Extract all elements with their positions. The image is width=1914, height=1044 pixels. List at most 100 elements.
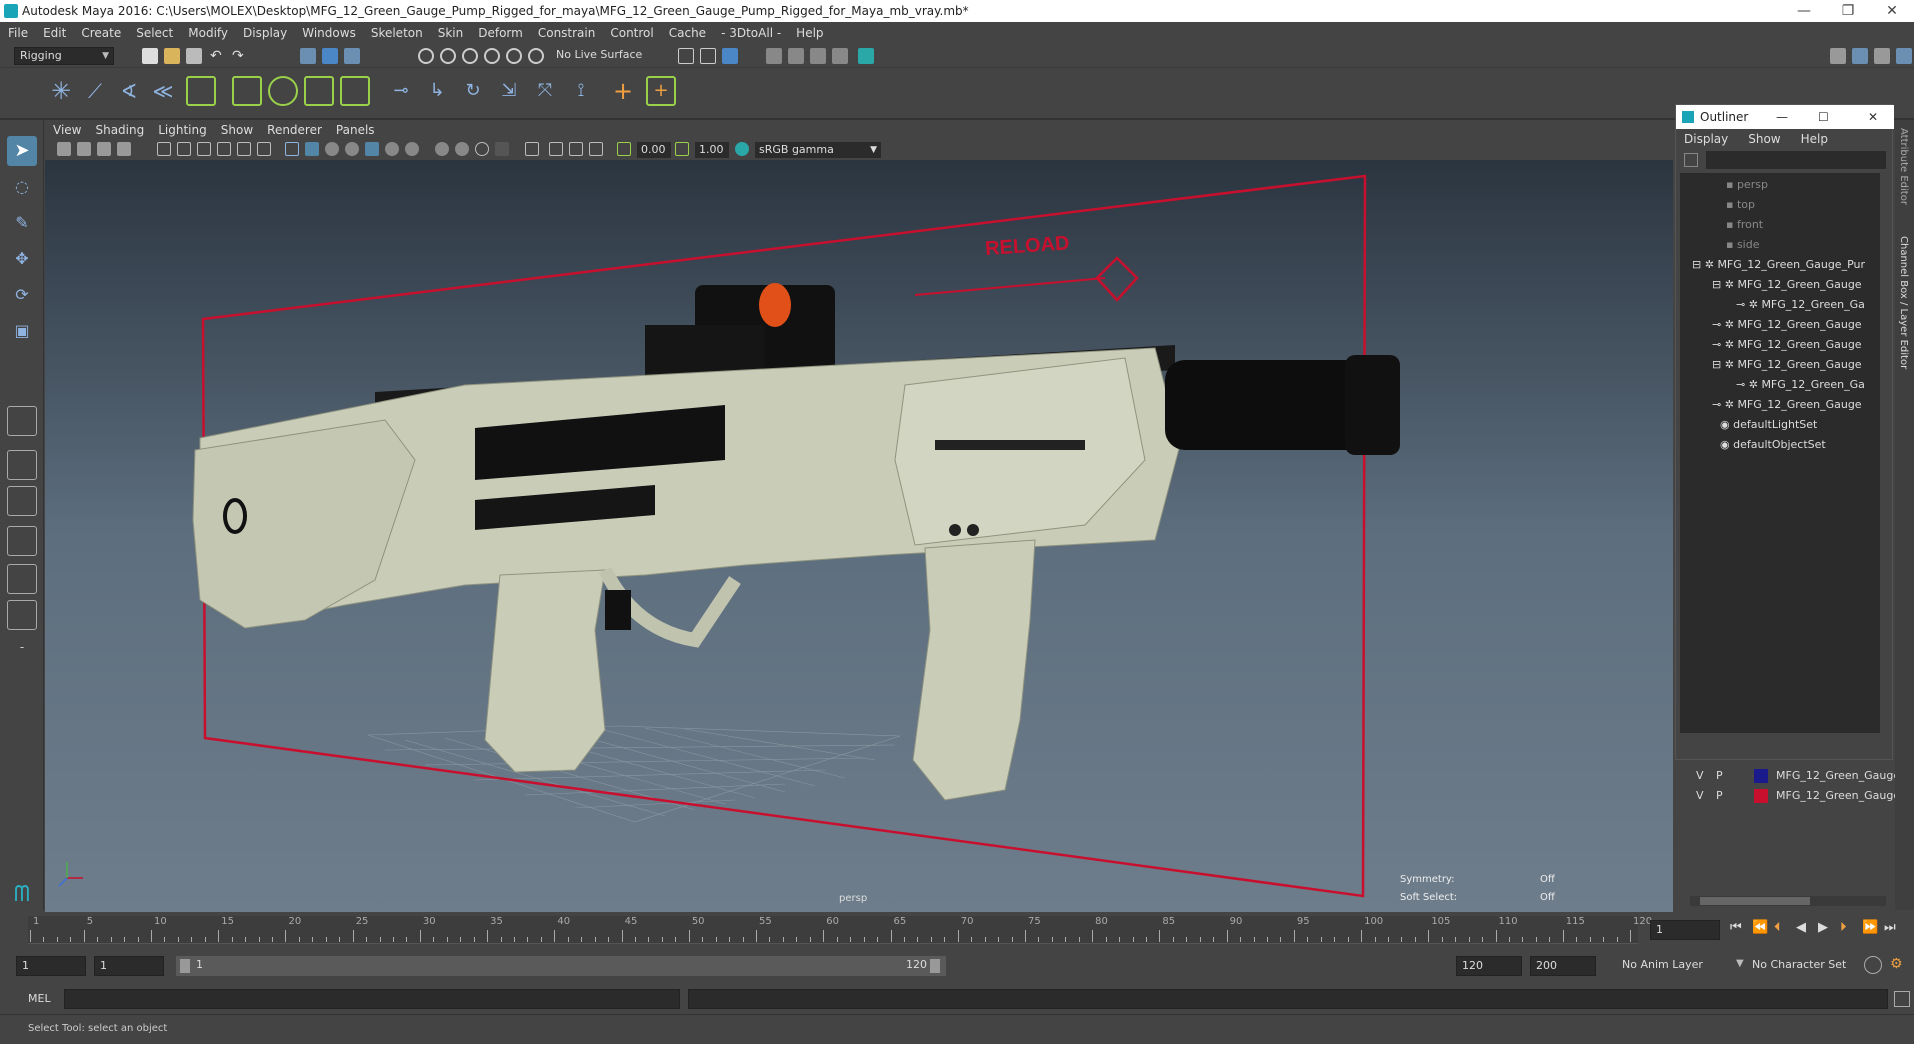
menu-modify[interactable]: Modify (188, 26, 228, 40)
persp-outliner-layout-icon[interactable] (7, 564, 37, 594)
outliner-item[interactable]: ⊟ ✲ MFG_12_Green_Gauge_Pur (1692, 255, 1865, 275)
more-layouts-icon[interactable]: - (7, 632, 37, 662)
select-tool-icon[interactable]: ➤ (7, 136, 37, 166)
attribute-editor-tab[interactable]: Attribute Editor (1898, 128, 1909, 205)
current-frame-field[interactable]: 1 (1650, 920, 1720, 940)
wireframe-icon[interactable] (285, 142, 299, 156)
new-scene-icon[interactable] (142, 48, 158, 64)
go-to-start-icon[interactable]: ⏮ (1730, 920, 1742, 935)
layer-color-swatch[interactable] (1754, 769, 1768, 783)
screen-space-ao-icon[interactable] (405, 142, 419, 156)
outliner-item[interactable]: ▪ top (1726, 195, 1755, 215)
playback-end-field[interactable]: 120 (1456, 956, 1522, 976)
wireframe-on-shaded-icon[interactable] (325, 142, 339, 156)
menu-3dtoall[interactable]: - 3DtoAll - (721, 26, 781, 40)
menu-cache[interactable]: Cache (669, 26, 706, 40)
locator-icon[interactable]: + (608, 76, 638, 106)
layer-row[interactable]: V P MFG_12_Green_Gauge (1686, 786, 1900, 806)
lasso-tool-icon[interactable]: ◌ (7, 172, 37, 202)
scale-constraint-icon[interactable]: ⇲ (494, 76, 524, 106)
panel-menu-panels[interactable]: Panels (336, 123, 375, 137)
layer-playback-toggle[interactable]: P (1716, 786, 1723, 806)
outliner-item[interactable]: ⊸ ✲ MFG_12_Green_Gauge (1712, 335, 1862, 355)
xray-joints-icon[interactable] (549, 142, 563, 156)
motion-blur-icon[interactable] (435, 142, 449, 156)
outliner-item[interactable]: ⊸ ✲ MFG_12_Green_Ga (1736, 375, 1865, 395)
menu-skin[interactable]: Skin (438, 26, 464, 40)
outliner-menu-display[interactable]: Display (1684, 132, 1728, 146)
menu-constrain[interactable]: Constrain (538, 26, 596, 40)
exposure-icon[interactable] (617, 142, 631, 156)
camera-select-icon[interactable] (57, 142, 71, 156)
move-tool-icon[interactable]: ✥ (7, 244, 37, 274)
range-end-handle[interactable] (930, 959, 940, 973)
modeling-toolkit-icon[interactable] (1830, 48, 1846, 64)
smooth-shade-icon[interactable] (305, 142, 319, 156)
parent-constraint-icon[interactable]: ⤧ (530, 76, 560, 106)
panel-menu-show[interactable]: Show (221, 123, 253, 137)
tool-settings-icon[interactable] (1874, 48, 1890, 64)
save-scene-icon[interactable] (186, 48, 202, 64)
xray-icon[interactable] (525, 142, 539, 156)
filter-icon[interactable] (1684, 153, 1698, 167)
animation-prefs-icon[interactable]: ⚙ (1890, 956, 1908, 974)
paint-weights-icon[interactable] (268, 76, 298, 106)
menuset-dropdown[interactable]: Rigging ▼ (14, 47, 114, 65)
channel-box-tab[interactable]: Channel Box / Layer Editor (1898, 236, 1909, 369)
script-editor-icon[interactable] (1894, 991, 1910, 1007)
exposure-field[interactable]: 0.00 (637, 142, 671, 158)
snap-curve-icon[interactable] (440, 48, 456, 64)
insert-joint-icon[interactable] (186, 76, 216, 106)
menu-file[interactable]: File (8, 26, 28, 40)
snap-view-icon[interactable] (484, 48, 500, 64)
anti-aliasing-icon[interactable] (455, 142, 469, 156)
snap-surface-icon[interactable] (506, 48, 522, 64)
panel-menu-shading[interactable]: Shading (95, 123, 144, 137)
outliner-item[interactable]: ▪ persp (1726, 175, 1768, 195)
play-backwards-icon[interactable]: ◀ (1796, 920, 1806, 935)
close-icon[interactable]: ✕ (1868, 105, 1878, 129)
aim-constraint-icon[interactable]: ↳ (422, 76, 452, 106)
menu-select[interactable]: Select (136, 26, 173, 40)
outliner-item[interactable]: ◉ defaultLightSet (1720, 415, 1817, 435)
gamma-field[interactable]: 1.00 (695, 142, 729, 158)
menu-create[interactable]: Create (81, 26, 121, 40)
color-management-icon[interactable] (735, 142, 749, 156)
panel-menu-lighting[interactable]: Lighting (158, 123, 207, 137)
outliner-menu-help[interactable]: Help (1801, 132, 1828, 146)
grid-toggle-icon[interactable] (157, 142, 171, 156)
animation-end-field[interactable]: 200 (1530, 956, 1596, 976)
lattice-icon[interactable] (304, 76, 334, 106)
cluster-icon[interactable] (340, 76, 370, 106)
outliner-item[interactable]: ▪ side (1726, 235, 1760, 255)
symmetry-icon[interactable] (722, 48, 738, 64)
camera-attributes-icon[interactable] (77, 142, 91, 156)
render-sequence-icon[interactable] (788, 48, 804, 64)
minimize-icon[interactable]: — (1776, 105, 1788, 129)
layer-visibility-toggle[interactable]: V (1696, 766, 1704, 786)
menu-help[interactable]: Help (796, 26, 823, 40)
outliner-menu-show[interactable]: Show (1748, 132, 1780, 146)
play-forwards-icon[interactable]: ▶ (1818, 920, 1828, 935)
isolate-select-icon[interactable] (495, 142, 509, 156)
menu-windows[interactable]: Windows (302, 26, 356, 40)
outliner-search-input[interactable] (1706, 151, 1886, 169)
outliner-item[interactable]: ◉ defaultObjectSet (1720, 435, 1826, 455)
input-ops-icon[interactable] (678, 48, 694, 64)
menu-deform[interactable]: Deform (478, 26, 523, 40)
outliner-layout-icon[interactable] (7, 600, 37, 630)
snap-live-icon[interactable] (528, 48, 544, 64)
undo-icon[interactable]: ↶ (210, 48, 226, 64)
use-all-lights-icon[interactable] (365, 142, 379, 156)
layer-visibility-toggle[interactable]: V (1696, 786, 1704, 806)
image-plane-icon[interactable] (117, 142, 131, 156)
step-back-icon[interactable]: ⏪ (1752, 920, 1768, 935)
orient-constraint-icon[interactable]: ↻ (458, 76, 488, 106)
time-slider[interactable]: 1 5 10 15 20 25 30 35 40 45 50 55 60 65 70 75 80 85 90 95 10… (28, 916, 1652, 944)
persp-graph-layout-icon[interactable] (7, 526, 37, 556)
select-object-icon[interactable] (322, 48, 338, 64)
outliner-item[interactable]: ▪ front (1726, 215, 1763, 235)
restore-button[interactable]: ❐ (1826, 0, 1870, 22)
layer-playback-toggle[interactable]: P (1716, 766, 1723, 786)
paint-select-icon[interactable]: ✎ (7, 208, 37, 238)
